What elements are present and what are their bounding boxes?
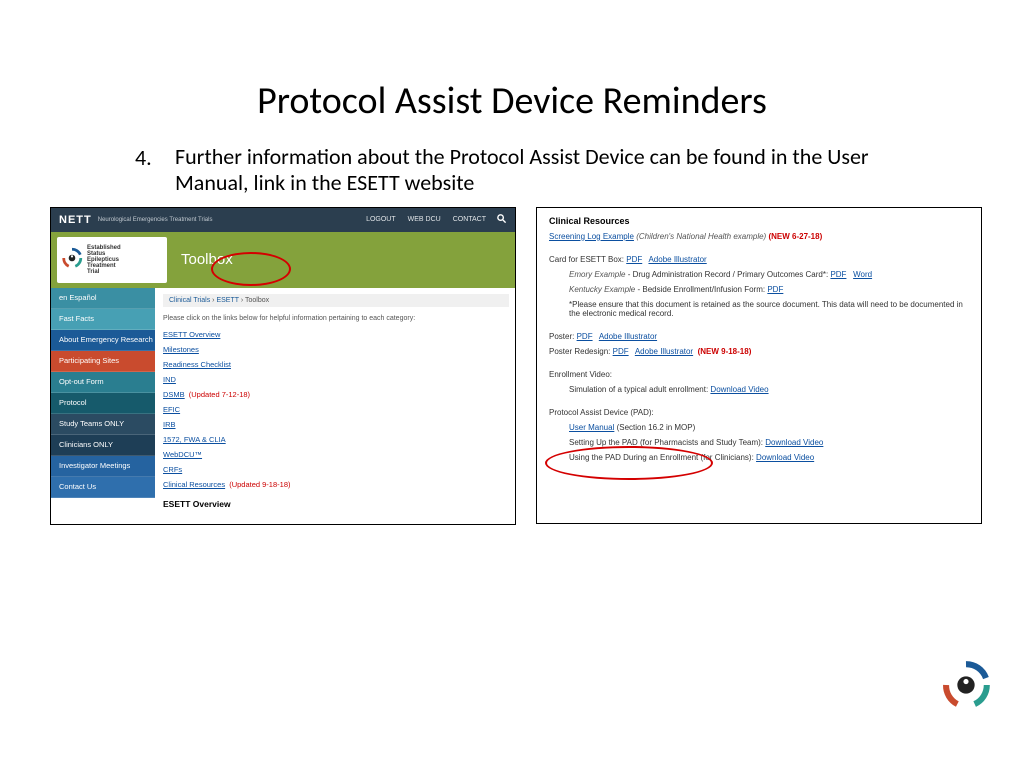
corner-logo-icon — [940, 659, 992, 711]
sidebar-item-optout[interactable]: Opt-out Form — [51, 372, 155, 393]
nav-contact[interactable]: CONTACT — [453, 216, 486, 223]
sidebar-item-clinicians[interactable]: Clinicians ONLY — [51, 435, 155, 456]
link-fwa-clia[interactable]: 1572, FWA & CLIA — [163, 435, 509, 444]
sidebar-item-sites[interactable]: Participating Sites — [51, 351, 155, 372]
card-pdf[interactable]: PDF — [626, 255, 642, 264]
enrollment-simulation-text: Simulation of a typical adult enrollment… — [569, 385, 708, 394]
pad-heading: Protocol Assist Device (PAD): — [549, 408, 969, 417]
crumb-esett[interactable]: ESETT — [216, 297, 238, 304]
poster-pdf[interactable]: PDF — [577, 332, 593, 341]
link-user-manual[interactable]: User Manual — [569, 423, 614, 432]
screenshot-left: NETT Neurological Emergencies Treatment … — [50, 207, 516, 525]
link-clinical-resources[interactable]: Clinical Resources — [163, 480, 225, 489]
enrollment-download-link[interactable]: Download Video — [710, 385, 768, 394]
sidebar-item-protocol[interactable]: Protocol — [51, 393, 155, 414]
sidebar-item-espanol[interactable]: en Español — [51, 288, 155, 309]
nett-tagline: Neurological Emergencies Treatment Trial… — [98, 217, 213, 223]
user-manual-tail: (Section 16.2 in MOP) — [614, 423, 695, 432]
disclaimer-note: *Please ensure that this document is ret… — [569, 300, 969, 318]
emory-example-label: Emory Example — [569, 270, 625, 279]
nav-webdcu[interactable]: WEB DCU — [408, 216, 441, 223]
clinres-updated-tag: (Updated 9-18-18) — [229, 480, 290, 489]
sidebar: en Español Fast Facts About Emergency Re… — [51, 288, 155, 498]
link-esett-overview[interactable]: ESETT Overview — [163, 330, 509, 339]
card-esett-label: Card for ESETT Box: — [549, 255, 624, 264]
link-crfs[interactable]: CRFs — [163, 465, 509, 474]
enrollment-video-label: Enrollment Video: — [549, 370, 969, 379]
dsmb-updated-tag: (Updated 7-12-18) — [189, 390, 250, 399]
clinical-resources-head: Clinical Resources — [549, 216, 969, 226]
search-icon[interactable] — [496, 213, 507, 227]
sidebar-item-emergency[interactable]: About Emergency Research — [51, 330, 155, 351]
link-milestones[interactable]: Milestones — [163, 345, 509, 354]
poster-ai[interactable]: Adobe Illustrator — [599, 332, 657, 341]
pad-setup-link[interactable]: Download Video — [765, 438, 823, 447]
annotation-circle-pad — [545, 446, 713, 480]
instruction-note: Please click on the links below for help… — [163, 315, 509, 322]
nett-topbar: NETT Neurological Emergencies Treatment … — [51, 208, 515, 232]
link-dsmb[interactable]: DSMB — [163, 390, 185, 399]
green-band: Established Status Epilepticus Treatment… — [51, 232, 515, 288]
esett-logo-text: Established Status Epilepticus Treatment… — [87, 245, 121, 275]
poster-redesign-ai[interactable]: Adobe Illustrator — [635, 347, 693, 356]
bullet-text: Further information about the Protocol A… — [175, 144, 895, 197]
nav-logout[interactable]: LOGOUT — [366, 216, 396, 223]
sidebar-item-contact[interactable]: Contact Us — [51, 477, 155, 498]
nett-brand: NETT — [59, 214, 92, 226]
poster-label: Poster: — [549, 332, 574, 341]
emory-pdf[interactable]: PDF — [830, 270, 846, 279]
pad-use-text: Using the PAD During an Enrollment (for … — [569, 453, 754, 462]
emory-word[interactable]: Word — [853, 270, 872, 279]
bullet-number: 4. — [135, 144, 175, 197]
poster-redesign-label: Poster Redesign: — [549, 347, 610, 356]
left-content-area: Clinical Trials › ESETT › Toolbox Please… — [163, 294, 509, 509]
breadcrumb: Clinical Trials › ESETT › Toolbox — [163, 294, 509, 307]
link-irb[interactable]: IRB — [163, 420, 509, 429]
emory-mid: - Drug Administration Record / Primary O… — [625, 270, 828, 279]
poster-redesign-tag: (NEW 9-18-18) — [698, 347, 752, 356]
screening-subtitle: (Children's National Health example) — [636, 232, 766, 241]
subhead-esett-overview: ESETT Overview — [163, 499, 509, 509]
kentucky-mid: - Bedside Enrollment/Infusion Form: — [635, 285, 765, 294]
sidebar-item-studyteams[interactable]: Study Teams ONLY — [51, 414, 155, 435]
page-heading: Toolbox — [181, 251, 233, 268]
pad-use-link[interactable]: Download Video — [756, 453, 814, 462]
link-readiness[interactable]: Readiness Checklist — [163, 360, 509, 369]
sidebar-item-meetings[interactable]: Investigator Meetings — [51, 456, 155, 477]
screenshot-right: Clinical Resources Screening Log Example… — [536, 207, 982, 524]
sidebar-item-fastfacts[interactable]: Fast Facts — [51, 309, 155, 330]
pad-setup-text: Setting Up the PAD (for Pharmacists and … — [569, 438, 763, 447]
slide-title: Protocol Assist Device Reminders — [0, 78, 1024, 124]
kentucky-pdf[interactable]: PDF — [767, 285, 783, 294]
link-webdcu[interactable]: WebDCU™ — [163, 450, 509, 459]
crumb-current: Toolbox — [245, 297, 269, 304]
link-ind[interactable]: IND — [163, 375, 509, 384]
crumb-clinical-trials[interactable]: Clinical Trials — [169, 297, 210, 304]
card-ai[interactable]: Adobe Illustrator — [648, 255, 706, 264]
kentucky-example-label: Kentucky Example — [569, 285, 635, 294]
esett-logo-icon — [61, 247, 83, 272]
bullet-item: 4. Further information about the Protoco… — [135, 144, 895, 197]
link-screening-log[interactable]: Screening Log Example — [549, 232, 634, 241]
esett-logo-badge: Established Status Epilepticus Treatment… — [57, 237, 167, 283]
link-efic[interactable]: EFIC — [163, 405, 509, 414]
poster-redesign-pdf[interactable]: PDF — [613, 347, 629, 356]
screening-new-tag: (NEW 6-27-18) — [768, 232, 822, 241]
